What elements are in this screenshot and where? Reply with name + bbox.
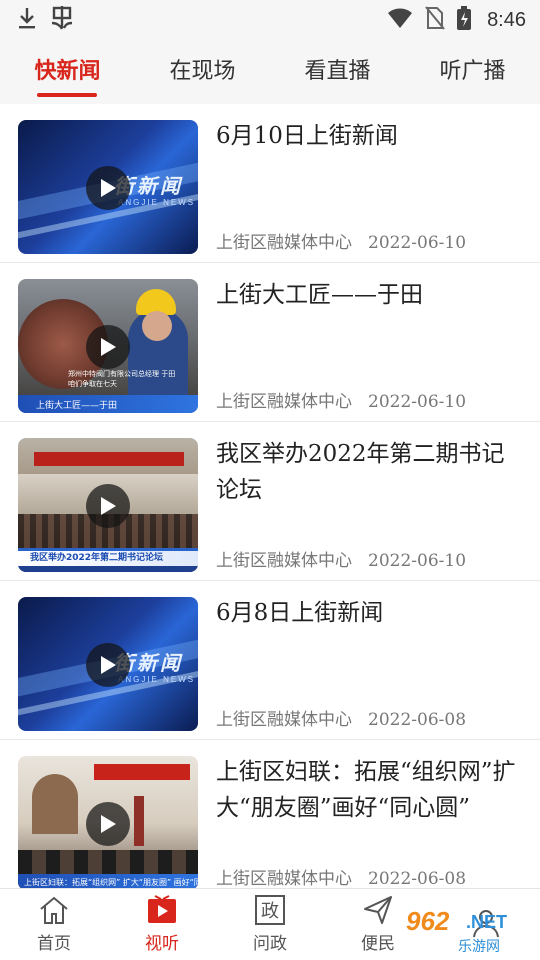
user-icon <box>469 908 503 938</box>
nav-item-bianmin[interactable]: 便民 <box>333 895 423 954</box>
play-icon[interactable] <box>86 325 130 369</box>
zheng-icon: 政 <box>253 895 287 925</box>
status-bar: 8:46 <box>0 0 540 40</box>
play-icon[interactable] <box>86 166 130 210</box>
nav-item-wenzheng[interactable]: 政 问政 <box>225 895 315 954</box>
thumbnail-logo-sub: ANGJIE NEWS <box>118 675 196 684</box>
tab-ting-guangbo[interactable]: 听广播 <box>433 47 511 97</box>
nav-item-video[interactable]: 视听 <box>117 895 207 954</box>
news-date: 2022-06-10 <box>368 392 467 412</box>
news-date: 2022-06-08 <box>368 869 467 888</box>
video-thumbnail[interactable]: 上街区妇联：拓展“组织网” 扩大“朋友圈” 画好“同心 <box>18 756 198 888</box>
news-meta: 上街区融媒体中心 2022-06-08 <box>216 705 466 730</box>
news-date: 2022-06-10 <box>368 551 467 571</box>
tab-kuai-xinwen[interactable]: 快新闻 <box>28 47 106 97</box>
news-meta: 上街区融媒体中心 2022-06-10 <box>216 546 466 571</box>
news-source: 上街区融媒体中心 <box>216 392 352 412</box>
play-icon[interactable] <box>86 643 130 687</box>
news-title[interactable]: 6月8日上街新闻 <box>216 595 524 631</box>
status-time: 8:46 <box>487 8 526 31</box>
news-item[interactable]: 郑州中特阀门有限公司总经理 于田 咱们争取在七天 上街大工匠——于田 上街大工匠… <box>0 263 540 422</box>
news-item[interactable]: 街新闻 ANGJIE NEWS 6月8日上街新闻 上街区融媒体中心 2022-06… <box>0 581 540 740</box>
nav-label: 便民 <box>361 934 395 954</box>
news-source: 上街区融媒体中心 <box>216 710 352 730</box>
news-source: 上街区融媒体中心 <box>216 233 352 253</box>
home-icon <box>37 895 71 925</box>
send-icon <box>361 895 395 925</box>
nav-label: 视听 <box>145 934 179 954</box>
battery-charging-icon <box>457 6 472 34</box>
news-title[interactable]: 上街区妇联：拓展“组织网”扩大“朋友圈”画好“同心圆” <box>216 754 524 826</box>
play-icon[interactable] <box>86 484 130 528</box>
tab-kan-zhibo[interactable]: 看直播 <box>298 47 376 97</box>
video-thumbnail[interactable]: 我区举办2022年第二期书记论坛 <box>18 438 198 572</box>
news-source: 上街区融媒体中心 <box>216 551 352 571</box>
news-item[interactable]: 我区举办2022年第二期书记论坛 我区举办2022年第二期书记论坛 上街区融媒体… <box>0 422 540 581</box>
video-icon <box>145 895 179 925</box>
top-tabs: 快新闻 在现场 看直播 听广播 <box>0 40 540 104</box>
news-date: 2022-06-10 <box>368 233 467 253</box>
news-meta: 上街区融媒体中心 2022-06-10 <box>216 228 466 253</box>
thumbnail-caption: 我区举办2022年第二期书记论坛 <box>30 553 164 563</box>
news-item[interactable]: 街新闻 ANGJIE NEWS 6月10日上街新闻 上街区融媒体中心 2022-0… <box>0 104 540 263</box>
thumbnail-caption: 上街区妇联：拓展“组织网” 扩大“朋友圈” 画好“同心 <box>24 878 198 887</box>
news-source: 上街区融媒体中心 <box>216 869 352 888</box>
news-meta: 上街区融媒体中心 2022-06-10 <box>216 387 466 412</box>
wifi-icon <box>387 7 413 33</box>
thumbnail-subtitle: 郑州中特阀门有限公司总经理 于田 咱们争取在七天 <box>68 370 176 388</box>
thumbnail-logo-sub: ANGJIE NEWS <box>118 198 196 207</box>
news-date: 2022-06-08 <box>368 710 467 730</box>
news-title[interactable]: 我区举办2022年第二期书记论坛 <box>216 436 524 508</box>
video-thumbnail[interactable]: 街新闻 ANGJIE NEWS <box>18 597 198 731</box>
video-thumbnail[interactable]: 街新闻 ANGJIE NEWS <box>18 120 198 254</box>
tab-zai-xianchang[interactable]: 在现场 <box>163 47 241 97</box>
news-title[interactable]: 6月10日上街新闻 <box>216 118 524 154</box>
news-title[interactable]: 上街大工匠——于田 <box>216 277 524 313</box>
nav-item-home[interactable]: 首页 <box>9 895 99 954</box>
video-thumbnail[interactable]: 郑州中特阀门有限公司总经理 于田 咱们争取在七天 上街大工匠——于田 <box>18 279 198 413</box>
bottom-nav: 首页 视听 政 问政 便民 <box>0 888 540 960</box>
download-icon <box>16 6 38 34</box>
news-item[interactable]: 上街区妇联：拓展“组织网” 扩大“朋友圈” 画好“同心 上街区妇联：拓展“组织网… <box>0 740 540 888</box>
play-icon[interactable] <box>86 802 130 846</box>
news-list: 街新闻 ANGJIE NEWS 6月10日上街新闻 上街区融媒体中心 2022-0… <box>0 104 540 888</box>
nav-item-user[interactable] <box>441 908 531 942</box>
thumbnail-caption: 上街大工匠——于田 <box>36 401 118 411</box>
nav-label: 问政 <box>253 934 287 954</box>
news-meta: 上街区融媒体中心 2022-06-08 <box>216 864 466 888</box>
nav-label: 首页 <box>37 934 71 954</box>
bug-icon <box>50 5 76 35</box>
no-sim-icon <box>425 6 445 34</box>
svg-text:政: 政 <box>261 901 279 922</box>
